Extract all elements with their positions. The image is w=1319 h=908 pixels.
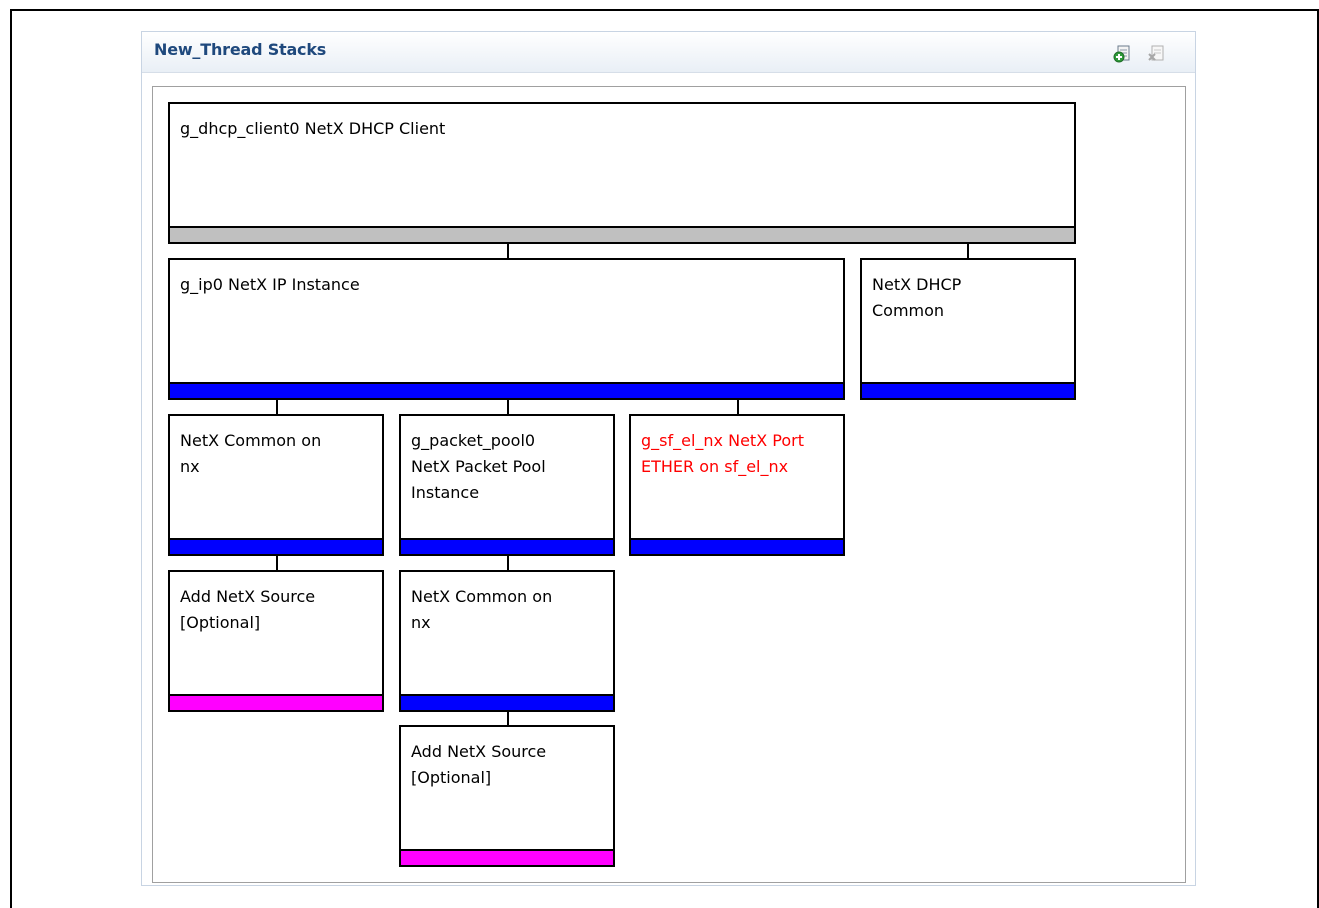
- block-label: NetX Common on nx: [411, 587, 553, 632]
- block-packet-pool[interactable]: g_packet_pool0 NetX Packet Pool Instance: [399, 414, 615, 556]
- block-dhcp-common[interactable]: NetX DHCP Common: [860, 258, 1076, 400]
- block-label: g_packet_pool0 NetX Packet Pool Instance: [411, 431, 546, 502]
- block-label: NetX Common on nx: [180, 431, 322, 476]
- block-label: g_ip0 NetX IP Instance: [180, 275, 360, 294]
- block-status-bar: [170, 382, 843, 398]
- block-label: g_sf_el_nx NetX Port ETHER on sf_el_nx: [641, 431, 804, 476]
- block-ip-instance[interactable]: g_ip0 NetX IP Instance: [168, 258, 845, 400]
- block-netx-common-pool[interactable]: NetX Common on nx: [399, 570, 615, 712]
- block-nx-port[interactable]: g_sf_el_nx NetX Port ETHER on sf_el_nx: [629, 414, 845, 556]
- remove-stack-icon[interactable]: [1147, 44, 1167, 64]
- block-add-source[interactable]: Add NetX Source [Optional]: [168, 570, 384, 712]
- block-status-bar: [170, 226, 1074, 242]
- block-label: g_dhcp_client0 NetX DHCP Client: [180, 119, 446, 138]
- block-status-bar: [170, 694, 382, 710]
- panel-title: New_Thread Stacks: [154, 40, 327, 59]
- block-label: Add NetX Source [Optional]: [180, 587, 316, 632]
- block-status-bar: [862, 382, 1074, 398]
- block-status-bar: [631, 538, 843, 554]
- block-status-bar: [401, 849, 613, 865]
- block-label: NetX DHCP Common: [872, 275, 962, 320]
- block-status-bar: [401, 694, 613, 710]
- block-status-bar: [401, 538, 613, 554]
- block-dhcp-client[interactable]: g_dhcp_client0 NetX DHCP Client: [168, 102, 1076, 244]
- panel-header: New_Thread Stacks: [142, 32, 1195, 73]
- block-label: Add NetX Source [Optional]: [411, 742, 547, 787]
- block-add-source-pool[interactable]: Add NetX Source [Optional]: [399, 725, 615, 867]
- add-stack-icon[interactable]: [1113, 44, 1133, 64]
- block-netx-common[interactable]: NetX Common on nx: [168, 414, 384, 556]
- block-status-bar: [170, 538, 382, 554]
